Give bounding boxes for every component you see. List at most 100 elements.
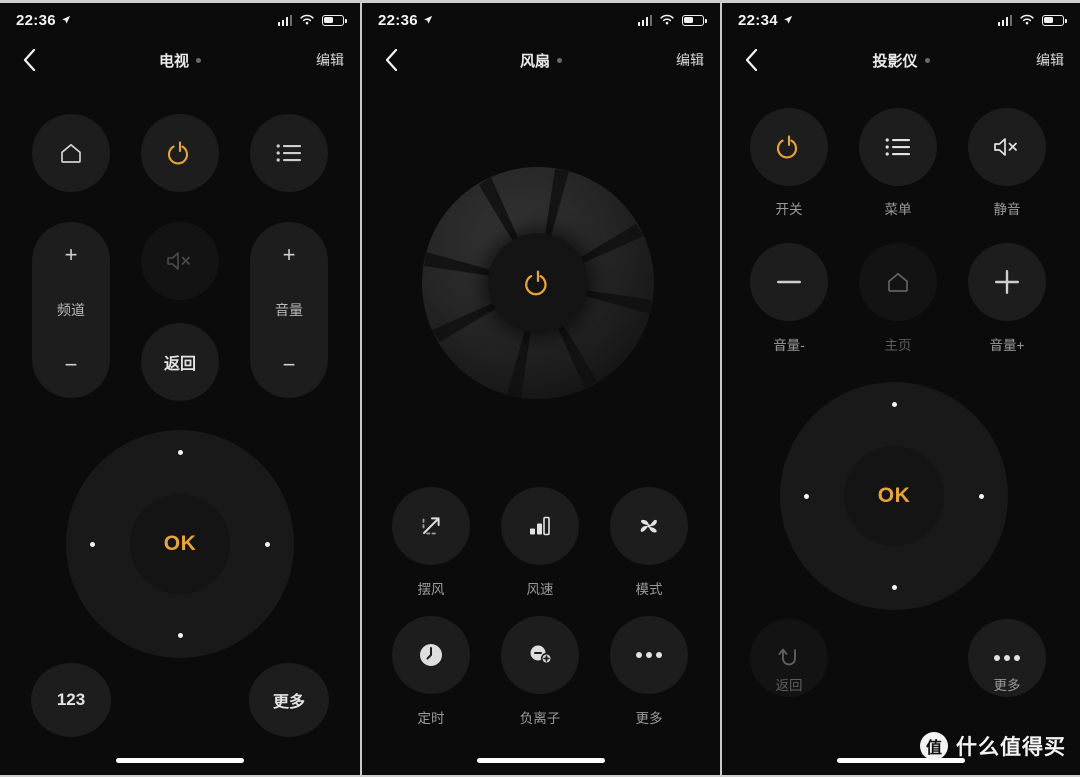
- status-time: 22:36: [378, 11, 418, 29]
- dpad-up-dot[interactable]: [891, 402, 897, 407]
- page-title-text: 电视: [158, 52, 189, 70]
- volume-label: 音量: [275, 302, 303, 318]
- page-title-text: 风扇: [519, 52, 550, 70]
- dpad-up-dot[interactable]: [177, 450, 183, 455]
- power-icon: [776, 135, 798, 159]
- fan-speed-label: 风速: [526, 582, 554, 597]
- tv-home-button[interactable]: [32, 114, 110, 192]
- status-time: 22:34: [738, 11, 778, 29]
- channel-label: 频道: [57, 302, 85, 318]
- cellular-signal-icon: [997, 14, 1012, 26]
- watermark: 值 什么值得买: [920, 731, 1066, 761]
- tv-volume-stepper[interactable]: + 音量 −: [250, 222, 328, 398]
- tv-mute-button[interactable]: [141, 222, 219, 300]
- status-bar: 22:36: [362, 3, 720, 37]
- tv-dpad-ok-button[interactable]: OK: [130, 494, 230, 594]
- status-indicators: [637, 14, 707, 26]
- volume-up-button[interactable]: +: [283, 244, 296, 266]
- volume-down-button[interactable]: −: [283, 354, 296, 376]
- nav-bar: 电视 编辑: [0, 40, 360, 80]
- projector-dpad[interactable]: OK: [780, 382, 1008, 610]
- fan-timer-button[interactable]: [392, 616, 470, 694]
- projector-mute-button[interactable]: [968, 108, 1046, 186]
- power-icon: [167, 141, 189, 165]
- dpad-right-dot[interactable]: [265, 541, 270, 547]
- projector-volume-down-button[interactable]: [750, 243, 828, 321]
- connection-status-dot: [196, 57, 201, 63]
- status-clock: 22:36: [16, 12, 71, 29]
- cellular-signal-icon: [637, 14, 652, 26]
- projector-home-button[interactable]: [859, 243, 937, 321]
- status-clock: 22:36: [378, 12, 433, 29]
- tv-power-button[interactable]: [141, 114, 219, 192]
- edit-button[interactable]: 编辑: [316, 50, 344, 70]
- fan-speed-button[interactable]: [501, 487, 579, 565]
- clock-icon: [420, 644, 442, 666]
- dpad-left-dot[interactable]: [90, 541, 95, 547]
- plus-icon: [995, 270, 1019, 294]
- fan-timer-label: 定时: [417, 711, 445, 726]
- dpad-right-dot[interactable]: [979, 493, 984, 499]
- status-clock: 22:34: [738, 12, 793, 29]
- fan-anion-button[interactable]: [501, 616, 579, 694]
- fan-more-button[interactable]: [610, 616, 688, 694]
- home-indicator[interactable]: [477, 758, 605, 763]
- location-arrow-icon: [784, 15, 793, 24]
- projector-more-label: 更多: [993, 678, 1021, 693]
- tv-channel-stepper[interactable]: + 频道 −: [32, 222, 110, 398]
- swing-arrow-icon: [422, 517, 440, 535]
- projector-volume-up-button[interactable]: [968, 243, 1046, 321]
- location-arrow-icon: [424, 15, 433, 24]
- fan-power-button[interactable]: [488, 233, 588, 333]
- tv-dpad-ok-label: OK: [163, 532, 197, 555]
- tv-back-button[interactable]: 返回: [141, 323, 219, 401]
- projector-power-button[interactable]: [750, 108, 828, 186]
- watermark-text: 什么值得买: [956, 736, 1066, 759]
- tv-numpad-button[interactable]: 123: [31, 663, 111, 737]
- projector-menu-label: 菜单: [884, 202, 912, 217]
- status-indicators: [277, 14, 347, 26]
- back-chevron-icon[interactable]: [16, 47, 42, 73]
- battery-half-icon: [322, 14, 347, 26]
- battery-half-icon: [1042, 14, 1067, 26]
- back-chevron-icon[interactable]: [738, 47, 764, 73]
- projector-menu-button[interactable]: [859, 108, 937, 186]
- home-indicator[interactable]: [116, 758, 244, 763]
- fan-blades-icon: [640, 519, 657, 533]
- tv-dpad[interactable]: OK: [66, 430, 294, 658]
- projector-volume-up-label: 音量+: [989, 338, 1025, 353]
- anion-icon: [530, 645, 553, 665]
- dpad-left-dot[interactable]: [804, 493, 809, 499]
- dpad-down-dot[interactable]: [177, 633, 183, 638]
- projector-home-label: 主页: [884, 338, 912, 353]
- minus-icon: [777, 280, 801, 284]
- back-chevron-icon[interactable]: [378, 47, 404, 73]
- edit-button[interactable]: 编辑: [676, 50, 704, 70]
- status-bar: 22:36: [0, 3, 360, 37]
- fan-anion-label: 负离子: [519, 711, 561, 726]
- channel-up-button[interactable]: +: [65, 244, 78, 266]
- fan-swing-button[interactable]: [392, 487, 470, 565]
- nav-bar: 投影仪 编辑: [722, 40, 1080, 80]
- mute-icon: [167, 252, 190, 270]
- remote-control-screenshots: 22:36 电视 编辑 + 频道 − + 音量 − 返回 OK 123 更多 2…: [0, 0, 1080, 777]
- cellular-signal-icon: [277, 14, 292, 26]
- panel-tv: 22:36 电视 编辑 + 频道 − + 音量 − 返回 OK 123 更多: [0, 0, 360, 777]
- fan-swing-label: 摆风: [417, 582, 445, 597]
- fan-mode-button[interactable]: [610, 487, 688, 565]
- edit-button[interactable]: 编辑: [1036, 50, 1064, 70]
- projector-dpad-ok-button[interactable]: OK: [844, 446, 944, 546]
- dpad-down-dot[interactable]: [891, 585, 897, 590]
- home-icon: [61, 143, 81, 163]
- page-title: 风扇: [362, 50, 720, 71]
- wifi-icon: [1020, 14, 1034, 25]
- tv-more-button[interactable]: 更多: [249, 663, 329, 737]
- fan-dial[interactable]: [422, 167, 654, 399]
- battery-half-icon: [682, 14, 707, 26]
- page-title: 电视: [0, 50, 360, 71]
- tv-menu-button[interactable]: [250, 114, 328, 192]
- channel-down-button[interactable]: −: [65, 354, 78, 376]
- fan-more-label: 更多: [635, 711, 663, 726]
- tv-more-label: 更多: [272, 694, 305, 711]
- fan-mode-label: 模式: [635, 582, 663, 597]
